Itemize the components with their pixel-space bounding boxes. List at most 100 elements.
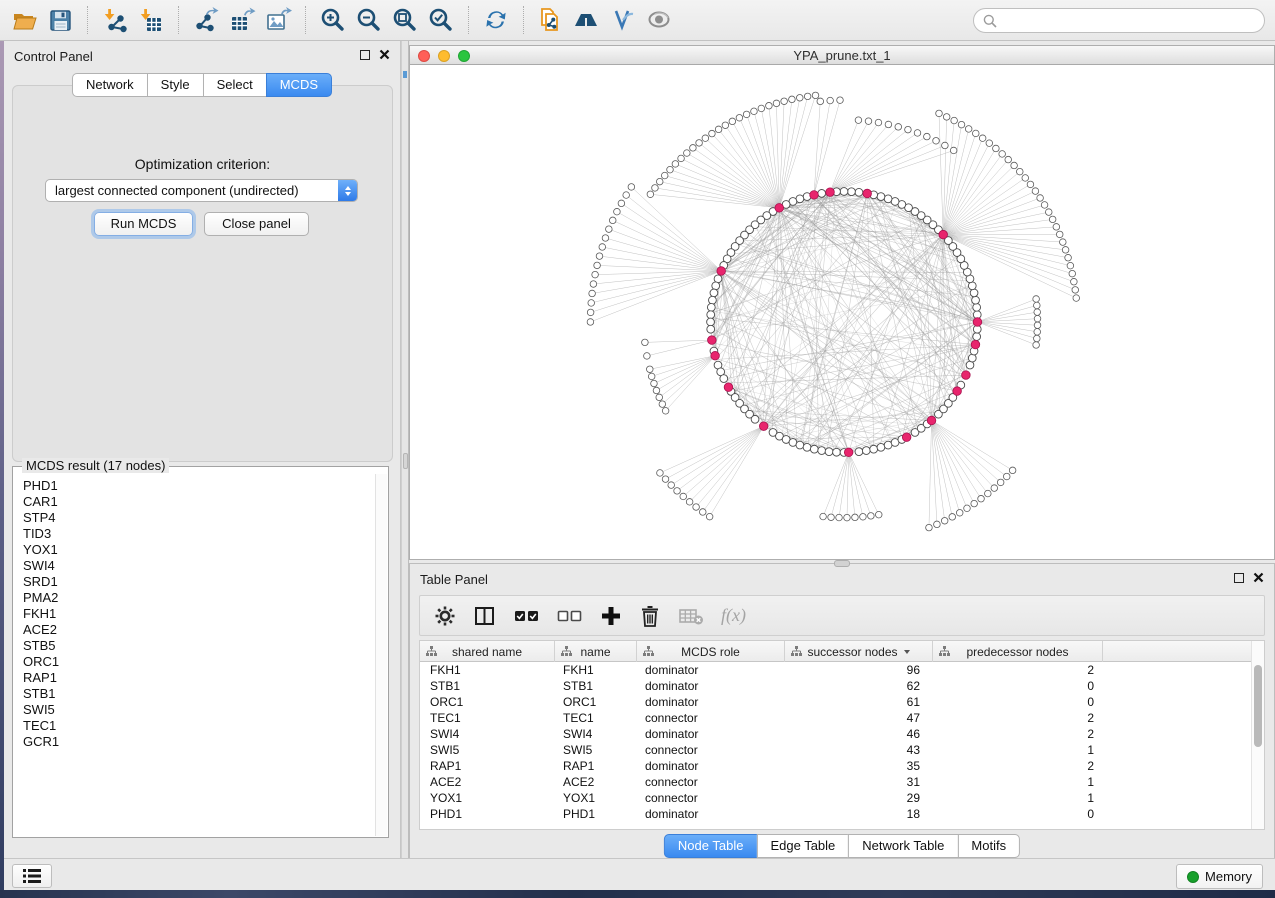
mcds-result-item[interactable]: SWI4 bbox=[23, 558, 375, 574]
mcds-result-item[interactable]: GCR1 bbox=[23, 734, 375, 750]
network-canvas[interactable] bbox=[410, 65, 1274, 559]
save-session-icon[interactable] bbox=[44, 4, 76, 36]
cell-mcds_role: dominator bbox=[637, 806, 785, 822]
optimization-criterion-label: Optimization criterion: bbox=[13, 156, 392, 172]
add-column-icon[interactable] bbox=[600, 603, 622, 629]
delete-column-icon[interactable] bbox=[639, 603, 661, 629]
table-row[interactable]: FKH1FKH1dominator962 bbox=[420, 662, 1264, 678]
network-search-box[interactable] bbox=[973, 8, 1265, 33]
mcds-result-item[interactable]: SWI5 bbox=[23, 702, 375, 718]
tab-network-table[interactable]: Network Table bbox=[848, 834, 958, 858]
table-panel-drag-handle[interactable] bbox=[834, 560, 850, 567]
column-header-successor-nodes[interactable]: successor nodes bbox=[785, 641, 933, 662]
table-row[interactable]: RAP1RAP1dominator352 bbox=[420, 758, 1264, 774]
optimization-criterion-select[interactable]: largest connected component (undirected) bbox=[45, 179, 358, 202]
float-panel-icon[interactable] bbox=[360, 50, 370, 60]
mcds-result-item[interactable]: FKH1 bbox=[23, 606, 375, 622]
control-panel: Control Panel Optimization criterion: la… bbox=[4, 41, 401, 858]
splitter-handle[interactable] bbox=[403, 453, 408, 469]
open-file-icon[interactable] bbox=[8, 4, 40, 36]
mcds-result-item[interactable]: STP4 bbox=[23, 510, 375, 526]
cell-predecessor_nodes: 0 bbox=[933, 694, 1103, 710]
float-table-panel-icon[interactable] bbox=[1234, 573, 1244, 583]
cell-name: YOX1 bbox=[555, 790, 637, 806]
zoom-out-icon[interactable] bbox=[353, 4, 385, 36]
close-panel-button[interactable]: Close panel bbox=[204, 212, 309, 236]
tab-style[interactable]: Style bbox=[147, 73, 204, 97]
network-window-titlebar[interactable]: YPA_prune.txt_1 bbox=[410, 46, 1274, 65]
toolbar-separator bbox=[523, 6, 524, 34]
close-panel-icon[interactable] bbox=[379, 49, 390, 60]
search-input[interactable] bbox=[1003, 13, 1264, 29]
mcds-result-item[interactable]: ACE2 bbox=[23, 622, 375, 638]
table-row[interactable]: PHD1PHD1dominator180 bbox=[420, 806, 1264, 822]
column-header-predecessor-nodes[interactable]: predecessor nodes bbox=[933, 641, 1103, 662]
table-scrollbar-thumb[interactable] bbox=[1254, 665, 1262, 747]
mcds-result-item[interactable]: TEC1 bbox=[23, 718, 375, 734]
cell-mcds_role: connector bbox=[637, 774, 785, 790]
export-network-icon[interactable] bbox=[190, 4, 222, 36]
table-panel: Table Panel f(x) shared namenameMC bbox=[409, 563, 1275, 858]
mcds-result-item[interactable]: PHD1 bbox=[23, 478, 375, 494]
main-toolbar bbox=[0, 0, 1275, 41]
vizmapper-icon[interactable] bbox=[607, 4, 639, 36]
tab-network[interactable]: Network bbox=[72, 73, 148, 97]
column-header-shared-name[interactable]: shared name bbox=[420, 641, 555, 662]
mcds-result-item[interactable]: PMA2 bbox=[23, 590, 375, 606]
zoom-in-icon[interactable] bbox=[317, 4, 349, 36]
mcds-result-item[interactable]: ORC1 bbox=[23, 654, 375, 670]
toolbar-separator bbox=[87, 6, 88, 34]
mcds-result-item[interactable]: SRD1 bbox=[23, 574, 375, 590]
table-row[interactable]: ACE2ACE2connector311 bbox=[420, 774, 1264, 790]
cell-shared_name: RAP1 bbox=[420, 758, 555, 774]
table-scrollbar[interactable] bbox=[1251, 641, 1264, 829]
network-graph[interactable] bbox=[410, 65, 1274, 559]
refresh-layout-icon[interactable] bbox=[480, 4, 512, 36]
tab-mcds[interactable]: MCDS bbox=[266, 73, 332, 97]
mcds-result-item[interactable]: TID3 bbox=[23, 526, 375, 542]
zoom-fit-icon[interactable] bbox=[389, 4, 421, 36]
table-row[interactable]: TEC1TEC1connector472 bbox=[420, 710, 1264, 726]
import-network-icon[interactable] bbox=[99, 4, 131, 36]
table-row[interactable]: SWI4SWI4dominator462 bbox=[420, 726, 1264, 742]
cell-predecessor_nodes: 1 bbox=[933, 774, 1103, 790]
table-row[interactable]: ORC1ORC1dominator610 bbox=[420, 694, 1264, 710]
import-table-icon[interactable] bbox=[135, 4, 167, 36]
table-row[interactable]: STB1STB1dominator620 bbox=[420, 678, 1264, 694]
select-all-checkboxes-icon[interactable] bbox=[514, 603, 540, 629]
mcds-list-scrollbar[interactable] bbox=[375, 474, 387, 836]
export-table-icon[interactable] bbox=[226, 4, 258, 36]
show-columns-icon[interactable] bbox=[473, 603, 497, 629]
column-settings-gear-icon[interactable] bbox=[434, 603, 456, 629]
panel-splitter[interactable] bbox=[401, 41, 409, 858]
export-image-icon[interactable] bbox=[262, 4, 294, 36]
deselect-all-checkboxes-icon[interactable] bbox=[557, 603, 583, 629]
tab-motifs[interactable]: Motifs bbox=[957, 834, 1020, 858]
run-mcds-button[interactable]: Run MCDS bbox=[94, 212, 193, 236]
column-header-name[interactable]: name bbox=[555, 641, 637, 662]
mcds-result-item[interactable]: YOX1 bbox=[23, 542, 375, 558]
search-network-icon[interactable] bbox=[571, 4, 603, 36]
clone-network-icon[interactable] bbox=[535, 4, 567, 36]
mcds-result-item[interactable]: STB1 bbox=[23, 686, 375, 702]
memory-button[interactable]: Memory bbox=[1176, 864, 1263, 889]
splitter-collapse-top-icon[interactable] bbox=[403, 71, 407, 78]
show-hide-eye-icon[interactable] bbox=[643, 4, 675, 36]
table-row[interactable]: YOX1YOX1connector291 bbox=[420, 790, 1264, 806]
memory-status-icon bbox=[1187, 871, 1199, 883]
cell-mcds_role: dominator bbox=[637, 678, 785, 694]
cell-shared_name: SWI4 bbox=[420, 726, 555, 742]
close-table-panel-icon[interactable] bbox=[1253, 572, 1264, 583]
cell-shared_name: ORC1 bbox=[420, 694, 555, 710]
tab-select[interactable]: Select bbox=[203, 73, 267, 97]
zoom-selected-icon[interactable] bbox=[425, 4, 457, 36]
mcds-result-item[interactable]: STB5 bbox=[23, 638, 375, 654]
column-header-MCDS-role[interactable]: MCDS role bbox=[637, 641, 785, 662]
mcds-result-item[interactable]: CAR1 bbox=[23, 494, 375, 510]
table-row[interactable]: SWI5SWI5connector431 bbox=[420, 742, 1264, 758]
show-panels-list-button[interactable] bbox=[12, 864, 52, 888]
cell-shared_name: TEC1 bbox=[420, 710, 555, 726]
mcds-result-item[interactable]: RAP1 bbox=[23, 670, 375, 686]
tab-edge-table[interactable]: Edge Table bbox=[756, 834, 849, 858]
tab-node-table[interactable]: Node Table bbox=[664, 834, 758, 858]
